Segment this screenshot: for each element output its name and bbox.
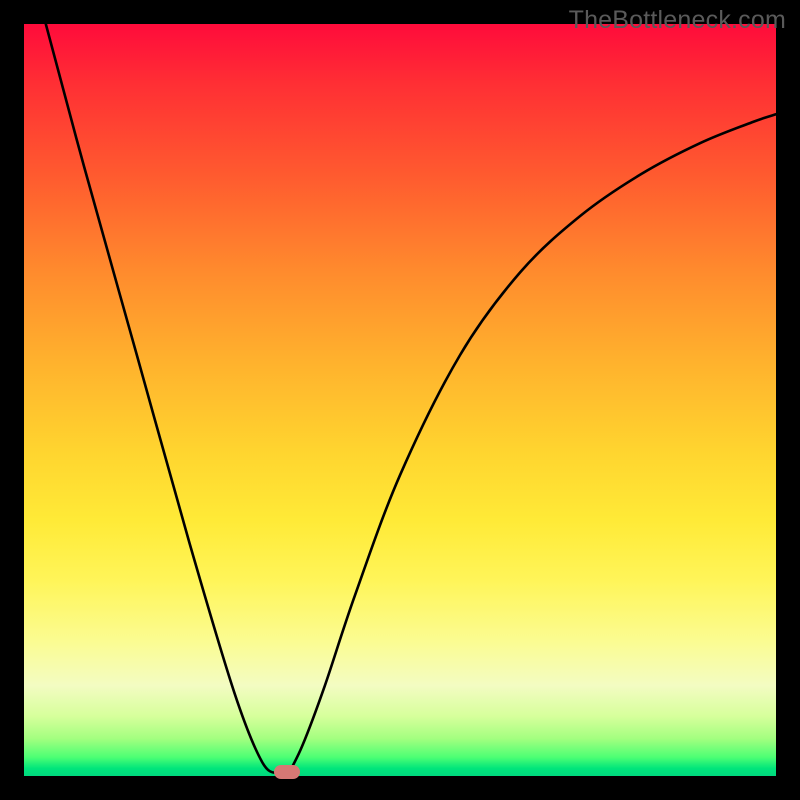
watermark-label: TheBottleneck.com	[569, 6, 786, 35]
minimum-marker	[274, 765, 300, 779]
chart-frame: TheBottleneck.com	[0, 0, 800, 800]
curve-right-branch	[287, 114, 776, 776]
plot-area	[24, 24, 776, 776]
curve-left-branch	[46, 24, 287, 776]
curve-layer	[24, 24, 776, 776]
